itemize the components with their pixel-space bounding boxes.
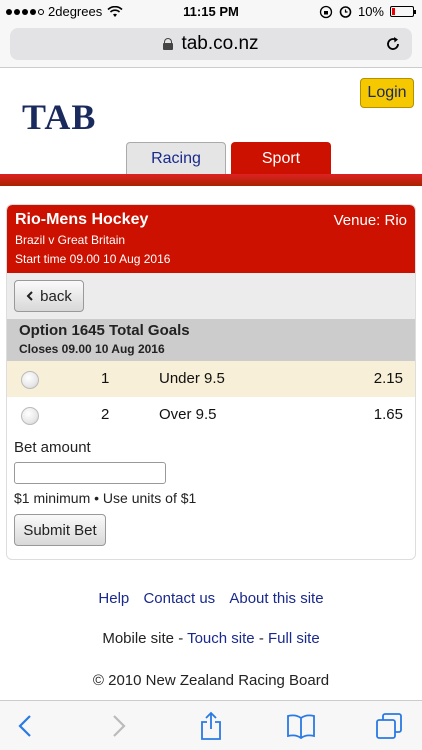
touch-site-link[interactable]: Touch site xyxy=(187,630,255,647)
bet-amount-input[interactable] xyxy=(14,462,166,484)
mobile-site-label: Mobile site - xyxy=(102,630,184,647)
book-icon[interactable] xyxy=(286,711,316,741)
status-bar: 2degrees 11:15 PM 10% xyxy=(0,0,422,22)
url-text: tab.co.nz xyxy=(181,33,259,54)
contact-link[interactable]: Contact us xyxy=(143,590,215,607)
browser-chrome: tab.co.nz xyxy=(0,22,422,68)
about-link[interactable]: About this site xyxy=(229,590,323,607)
option-title: Option 1645 Total Goals xyxy=(19,322,190,339)
chevron-right-icon[interactable] xyxy=(104,711,134,741)
chevron-left-icon[interactable] xyxy=(10,711,40,741)
separator: - xyxy=(258,630,264,647)
tabs-icon[interactable] xyxy=(374,711,404,741)
address-bar[interactable]: tab.co.nz xyxy=(10,28,412,60)
selection-number: 1 xyxy=(101,370,110,387)
bet-amount-label: Bet amount xyxy=(14,439,91,456)
battery-percent: 10% xyxy=(357,4,384,19)
bet-section: Bet amount $1 minimum • Use units of $1 … xyxy=(7,433,415,552)
battery-icon xyxy=(390,6,416,17)
selection-label: Over 9.5 xyxy=(159,406,217,423)
event-match: Brazil v Great Britain xyxy=(15,233,126,247)
site-version-line: Mobile site - Touch site - Full site xyxy=(0,630,422,647)
selection-row[interactable]: 2 Over 9.5 1.65 xyxy=(7,397,415,433)
selection-radio[interactable] xyxy=(21,371,39,389)
back-button[interactable]: back xyxy=(14,280,84,312)
option-closes: Closes 09.00 10 Aug 2016 xyxy=(19,342,165,356)
header-divider xyxy=(0,174,422,186)
site-header: TAB Login Racing Sport xyxy=(0,68,422,188)
selection-odds: 1.65 xyxy=(373,406,403,423)
tab-sport[interactable]: Sport xyxy=(231,142,331,174)
bet-card: Rio-Mens Hockey Venue: Rio Brazil v Grea… xyxy=(6,204,416,560)
selection-number: 2 xyxy=(101,406,110,423)
status-right-group: 10% xyxy=(319,4,416,19)
orientation-lock-icon xyxy=(319,5,333,18)
tab-logo[interactable]: TAB xyxy=(22,96,96,138)
event-header: Rio-Mens Hockey Venue: Rio Brazil v Grea… xyxy=(7,205,415,273)
bet-hint: $1 minimum • Use units of $1 xyxy=(14,490,197,506)
share-icon[interactable] xyxy=(196,711,226,741)
selection-row[interactable]: 1 Under 9.5 2.15 xyxy=(7,361,415,397)
event-start-time: Start time 09.00 10 Aug 2016 xyxy=(15,252,171,266)
reload-icon[interactable] xyxy=(384,35,402,53)
selection-odds: 2.15 xyxy=(373,370,403,387)
copyright: © 2010 New Zealand Racing Board xyxy=(92,672,330,689)
selection-radio[interactable] xyxy=(21,407,39,425)
alarm-icon xyxy=(339,6,352,18)
help-link[interactable]: Help xyxy=(98,590,129,607)
submit-bet-button[interactable]: Submit Bet xyxy=(14,514,106,546)
browser-toolbar xyxy=(0,700,422,750)
option-header: Option 1645 Total Goals Closes 09.00 10 … xyxy=(7,319,415,361)
chevron-left-icon xyxy=(26,291,33,301)
footer-links: Help Contact us About this site xyxy=(0,590,422,607)
back-label: back xyxy=(40,287,72,305)
selection-label: Under 9.5 xyxy=(159,370,225,387)
full-site-link[interactable]: Full site xyxy=(268,630,320,647)
back-row: back xyxy=(7,273,415,319)
login-button[interactable]: Login xyxy=(360,78,414,108)
event-venue: Venue: Rio xyxy=(333,212,407,229)
tab-racing[interactable]: Racing xyxy=(126,142,226,174)
lock-icon xyxy=(163,38,174,50)
